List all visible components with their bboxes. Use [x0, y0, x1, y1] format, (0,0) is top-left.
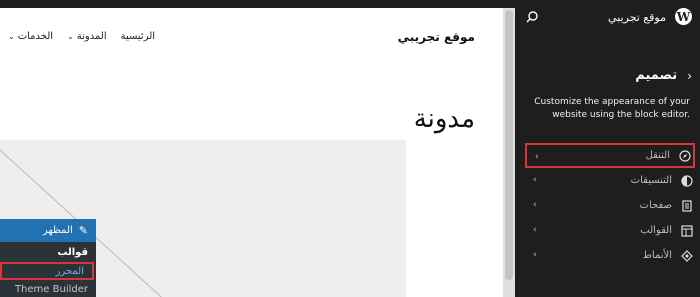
chevron-left-icon: ‹: [535, 152, 539, 162]
nav-item-blog[interactable]: المدونة ⌄: [67, 31, 107, 42]
chevron-left-icon: ‹: [533, 200, 537, 210]
nav-item-label: المدونة: [76, 31, 107, 42]
sidebar-item-styles[interactable]: ‹ التنسيقات: [525, 168, 695, 193]
search-icon[interactable]: [525, 9, 539, 23]
site-preview-canvas[interactable]: موقع تجريبي الرئيسية المدونة ⌄ الخدمات ⌄…: [0, 8, 503, 297]
nav-item-services[interactable]: الخدمات ⌄: [8, 31, 53, 42]
admin-appearance-menu: المظهر ✎ قوالب المحرر Theme Builder: [0, 219, 96, 297]
pages-icon: [680, 199, 693, 212]
chevron-left-icon: ‹: [533, 175, 537, 185]
sidebar-item-templates[interactable]: ‹ القوالب: [525, 218, 695, 243]
sidebar-header: ‹ تصميم: [635, 68, 692, 83]
editor-top-strip: [0, 0, 515, 8]
chevron-down-icon: ⌄: [67, 32, 74, 41]
sidebar-title: تصميم: [635, 68, 678, 83]
sidebar-nav-list: ‹ التنقل ‹ التنسيقات ‹ صفحات ‹ القوالب ‹…: [525, 143, 695, 268]
submenu-item-themes[interactable]: قوالب: [0, 242, 96, 262]
preview-scrollbar[interactable]: [503, 8, 515, 297]
navigation-compass-icon: [678, 149, 691, 162]
site-editor-sidebar: موقع تجريبي W ‹ تصميم Customize the appe…: [515, 0, 700, 297]
sidebar-item-label: التنسيقات: [630, 175, 672, 186]
submenu-item-editor[interactable]: المحرر: [0, 262, 94, 280]
nav-item-label: الرئيسية: [120, 31, 156, 42]
preview-navigation: الرئيسية المدونة ⌄ الخدمات ⌄: [8, 31, 155, 42]
appearance-menu-header[interactable]: المظهر ✎: [0, 219, 96, 242]
sidebar-item-patterns[interactable]: ‹ الأنماط: [525, 243, 695, 268]
sidebar-item-label: الأنماط: [642, 250, 672, 261]
wordpress-logo-icon[interactable]: W: [675, 8, 692, 25]
sidebar-item-pages[interactable]: ‹ صفحات: [525, 193, 695, 218]
sidebar-site-name[interactable]: موقع تجريبي: [608, 11, 666, 24]
patterns-diamond-icon: [680, 249, 693, 262]
chevron-left-icon: ‹: [533, 225, 537, 235]
sidebar-description: Customize the appearance of your website…: [534, 97, 690, 120]
styles-half-circle-icon: [680, 174, 693, 187]
nav-item-home[interactable]: الرئيسية: [121, 31, 155, 42]
sidebar-item-navigation[interactable]: ‹ التنقل: [525, 143, 695, 168]
scrollbar-thumb[interactable]: [505, 10, 513, 280]
appearance-menu-label: المظهر: [42, 225, 73, 236]
sidebar-item-label: القوالب: [640, 225, 672, 236]
sidebar-item-label: صفحات: [639, 200, 672, 211]
sidebar-item-label: التنقل: [645, 150, 671, 161]
templates-layout-icon: [680, 224, 693, 237]
preview-page-heading: مدونة: [413, 104, 475, 134]
submenu-item-theme-builder[interactable]: Theme Builder: [0, 280, 96, 297]
preview-site-title[interactable]: موقع تجريبي: [398, 30, 475, 44]
back-chevron-icon[interactable]: ‹: [687, 69, 692, 83]
paintbrush-icon: ✎: [78, 224, 88, 237]
nav-item-label: الخدمات: [17, 31, 54, 42]
chevron-left-icon: ‹: [533, 250, 537, 260]
chevron-down-icon: ⌄: [8, 32, 15, 41]
